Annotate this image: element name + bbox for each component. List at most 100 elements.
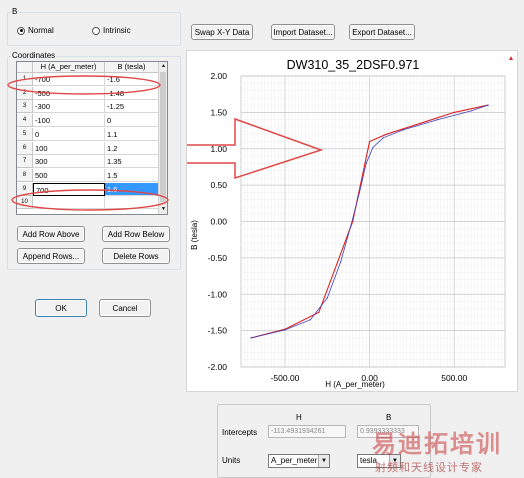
table-row[interactable]: 10	[17, 196, 167, 210]
corner-cell	[17, 62, 33, 73]
table-row[interactable]: 9 700 1.6	[17, 182, 167, 196]
coordinates-label: Coordinates	[11, 51, 57, 60]
cell-b[interactable]: -1.6	[105, 73, 159, 86]
row-number: 6	[17, 141, 33, 155]
cell-b[interactable]	[105, 196, 159, 210]
watermark-sub: 射频和天线设计专家	[375, 462, 483, 474]
export-dataset-button[interactable]: Export Dataset...	[349, 24, 415, 40]
cell-b[interactable]: 1.5	[105, 168, 159, 182]
row-number: 3	[17, 100, 33, 114]
cell-h[interactable]	[33, 196, 105, 210]
table-row[interactable]: 1 -700 -1.6	[17, 73, 167, 86]
y-axis-label: B (tesla)	[190, 220, 199, 250]
data-point	[284, 329, 286, 331]
cell-h[interactable]: 0	[33, 127, 105, 141]
row-number: 10	[17, 196, 33, 210]
scroll-up-icon[interactable]: ▲	[159, 62, 167, 71]
table-row[interactable]: 3 -300 -1.25	[17, 100, 167, 114]
data-point	[372, 146, 374, 148]
cell-h[interactable]: -300	[33, 100, 105, 114]
cell-b[interactable]: 0	[105, 114, 159, 128]
data-point	[453, 111, 455, 113]
mode-group-label: B	[11, 7, 19, 16]
normal-radio-label: Normal	[28, 26, 54, 35]
data-point	[318, 311, 320, 314]
chart-panel: 2.00 1.50 1.00 0.50 0.00 -0.50 -1.00 -1.50 -2.00…	[186, 50, 518, 392]
col-b-heading: B	[386, 413, 392, 422]
row-number: 8	[17, 168, 33, 182]
radio-dot-icon	[17, 26, 25, 35]
append-rows-button[interactable]: Append Rows...	[17, 248, 85, 264]
intrinsic-radio[interactable]: Intrinsic	[92, 26, 131, 35]
cell-h[interactable]: 100	[33, 141, 105, 155]
y-tick-labels: 2.001.501.000.500.00-0.50-1.00-1.50-2.00	[208, 71, 228, 372]
table-row[interactable]: 5 0 1.1	[17, 127, 167, 141]
normal-radio[interactable]: Normal	[17, 26, 54, 35]
y-tick-label: -1.00	[208, 289, 228, 299]
row-number: 2	[17, 86, 33, 100]
table-row[interactable]: 6 100 1.2	[17, 141, 167, 155]
column-header-b[interactable]: B (tesla)	[105, 62, 159, 73]
import-dataset-button[interactable]: Import Dataset...	[271, 24, 335, 40]
cell-b[interactable]: 1.6	[105, 182, 159, 196]
data-point	[365, 162, 367, 164]
bh-curve-chart: 2.001.501.000.500.00-0.50-1.00-1.50-2.00…	[187, 56, 513, 389]
add-row-above-button[interactable]: Add Row Above	[17, 226, 85, 242]
data-point	[250, 337, 252, 339]
chart-title: DW310_35_2DSF0.971	[287, 58, 420, 72]
cell-h[interactable]: -500	[33, 86, 105, 100]
y-tick-label: 0.50	[210, 180, 227, 190]
data-point	[358, 191, 361, 193]
coordinates-table[interactable]: H (A_per_meter) B (tesla) 1 -700 -1.6 2 -500…	[16, 61, 168, 215]
data-point	[402, 129, 405, 131]
row-number: 1	[17, 73, 33, 86]
cell-h[interactable]: 500	[33, 168, 105, 182]
column-header-h[interactable]: H (A_per_meter)	[33, 62, 105, 73]
intercepts-label: Intercepts	[222, 428, 258, 437]
row-number: 9	[17, 182, 33, 196]
y-tick-label: -0.50	[208, 253, 228, 263]
data-point	[382, 137, 384, 139]
cell-b[interactable]: 1.35	[105, 155, 159, 169]
x-tick-label: -500.00	[271, 373, 300, 383]
swap-xy-button[interactable]: Swap X-Y Data	[191, 24, 253, 40]
table-scrollbar[interactable]: ▲ ▼	[158, 62, 167, 214]
x-axis-label: H (A_per_meter)	[325, 380, 385, 389]
add-row-below-button[interactable]: Add Row Below	[102, 226, 170, 242]
cell-b[interactable]: 1.2	[105, 141, 159, 155]
cell-h[interactable]: 300	[33, 155, 105, 169]
data-point	[436, 119, 438, 121]
table-row[interactable]: 7 300 1.35	[17, 155, 167, 169]
cell-b[interactable]: -1.48	[105, 86, 159, 100]
data-point	[350, 224, 352, 226]
cancel-button[interactable]: Cancel	[99, 299, 151, 317]
cell-h[interactable]: -700	[33, 73, 105, 86]
intercept-h-value: -113.4931934261	[268, 425, 346, 438]
y-tick-label: 1.50	[210, 107, 227, 117]
scroll-down-icon[interactable]: ▼	[159, 205, 167, 214]
y-tick-label: -1.50	[208, 326, 228, 336]
ok-button[interactable]: OK	[35, 299, 87, 317]
table-row[interactable]: 8 500 1.5	[17, 168, 167, 182]
units-label: Units	[222, 456, 241, 465]
data-point	[369, 140, 371, 143]
unit-h-select[interactable]: A_per_meter ▼	[268, 454, 330, 468]
delete-rows-button[interactable]: Delete Rows	[102, 248, 170, 264]
data-point	[419, 122, 421, 124]
data-point	[470, 110, 472, 112]
y-tick-label: 2.00	[210, 71, 227, 81]
scroll-thumb[interactable]	[160, 72, 166, 202]
data-point	[340, 260, 342, 263]
cell-b[interactable]: 1.1	[105, 127, 159, 141]
cell-h[interactable]: -100	[33, 114, 105, 128]
x-tick-label: 500.00	[441, 373, 467, 383]
cell-h[interactable]: 700	[33, 182, 105, 196]
cell-b[interactable]: -1.25	[105, 100, 159, 114]
y-tick-label: 0.00	[210, 217, 227, 227]
table-row[interactable]: 4 -100 0	[17, 114, 167, 128]
watermark-main: 易迪拓培训	[372, 431, 502, 458]
table-row[interactable]: 2 -500 -1.48	[17, 86, 167, 100]
data-point	[309, 319, 311, 321]
grid-lines	[240, 75, 506, 368]
unit-h-value: A_per_meter	[271, 456, 318, 465]
